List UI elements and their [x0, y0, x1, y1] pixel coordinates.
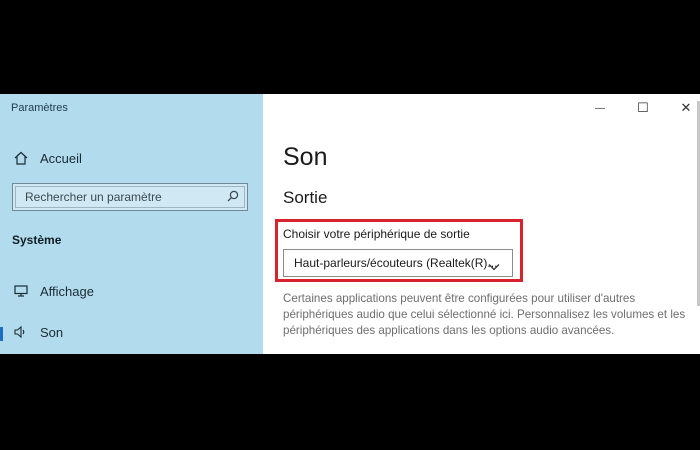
settings-window: Paramètres Accueil Système Affichage [0, 94, 700, 354]
minimize-button[interactable]: — [585, 98, 615, 118]
speaker-icon [12, 323, 30, 341]
main-content: — ☐ ✕ Son Sortie Choisir votre périphéri… [263, 94, 700, 354]
output-device-dropdown[interactable]: Haut-parleurs/écouteurs (Realtek(R)... [283, 249, 513, 277]
maximize-icon: ☐ [637, 100, 649, 115]
sidebar-item-sound[interactable]: Son [12, 323, 63, 341]
maximize-button[interactable]: ☐ [628, 98, 658, 118]
app-title: Paramètres [11, 102, 68, 114]
sidebar-item-label: Accueil [40, 150, 82, 166]
output-device-label: Choisir votre périphérique de sortie [283, 227, 470, 241]
home-icon [12, 149, 30, 167]
search-box[interactable] [12, 183, 248, 211]
monitor-icon [12, 282, 30, 300]
close-icon: ✕ [680, 100, 692, 115]
page-title: Son [283, 143, 328, 171]
minimize-icon: — [595, 102, 605, 114]
search-input[interactable] [23, 189, 227, 205]
sidebar-item-label: Affichage [40, 283, 94, 299]
chevron-down-icon [488, 258, 500, 276]
sidebar-item-label: Son [40, 324, 64, 340]
section-title: Sortie [283, 188, 328, 207]
sidebar-item-display[interactable]: Affichage [12, 282, 94, 300]
output-description: Certaines applications peuvent être conf… [283, 292, 686, 337]
section-label: Système [12, 233, 62, 247]
sidebar: Paramètres Accueil Système Affichage [0, 94, 263, 354]
sidebar-item-home[interactable]: Accueil [12, 149, 82, 167]
close-button[interactable]: ✕ [671, 98, 700, 118]
active-indicator [0, 327, 3, 341]
output-device-value: Haut-parleurs/écouteurs (Realtek(R)... [294, 256, 498, 270]
search-icon[interactable] [227, 190, 239, 209]
